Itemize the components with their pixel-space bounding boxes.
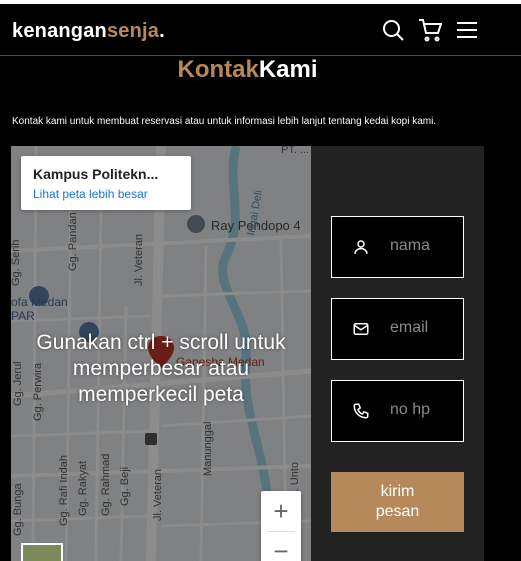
submit-label-line1: kirim	[380, 483, 415, 500]
phone-field[interactable]: no hp	[331, 380, 464, 442]
mail-icon	[352, 320, 370, 338]
phone-icon	[352, 402, 370, 420]
brand-logo[interactable]: kenangansenja.	[12, 20, 165, 43]
map-scroll-hint: Gunakan ctrl + scroll untuk memperbesar …	[36, 331, 286, 406]
name-field[interactable]: nama	[331, 216, 464, 278]
title-part1: Kontak	[177, 56, 259, 83]
brand-part2: senja	[106, 20, 160, 42]
user-icon	[352, 238, 370, 256]
phone-placeholder: no hp	[390, 401, 431, 418]
cart-icon[interactable]	[418, 18, 443, 42]
page-title: KontakKami	[0, 56, 495, 84]
zoom-control: + −	[261, 491, 301, 561]
contact-form: nama email no hp kirim pesan	[311, 146, 484, 561]
embedded-map[interactable]: Ray Pendopo 4 Ganesha Medan Jl. Veteran …	[11, 146, 311, 561]
place-card: Kampus Politekn... Lihat peta lebih besa…	[21, 156, 191, 210]
brand-part1: kenangan	[12, 20, 107, 42]
submit-label-line2: pesan	[375, 503, 420, 520]
search-icon[interactable]	[381, 18, 405, 42]
zoom-in-button[interactable]: +	[261, 491, 301, 531]
send-message-button[interactable]: kirim pesan	[331, 472, 464, 532]
email-placeholder: email	[390, 319, 429, 336]
navbar: kenangansenja.	[0, 4, 521, 56]
brand-dot: .	[159, 20, 165, 42]
menu-icon[interactable]	[455, 18, 479, 42]
email-field[interactable]: email	[331, 298, 464, 360]
place-name: Kampus Politekn...	[33, 166, 159, 182]
map-type-thumbnail[interactable]	[21, 543, 63, 561]
name-placeholder: nama	[390, 237, 431, 254]
intro-text: Kontak kami untuk membuat reservasi atau…	[12, 116, 437, 127]
title-part2: Kami	[258, 56, 318, 83]
view-larger-map-link[interactable]: Lihat peta lebih besar	[33, 187, 148, 201]
zoom-out-button[interactable]: −	[261, 531, 301, 561]
